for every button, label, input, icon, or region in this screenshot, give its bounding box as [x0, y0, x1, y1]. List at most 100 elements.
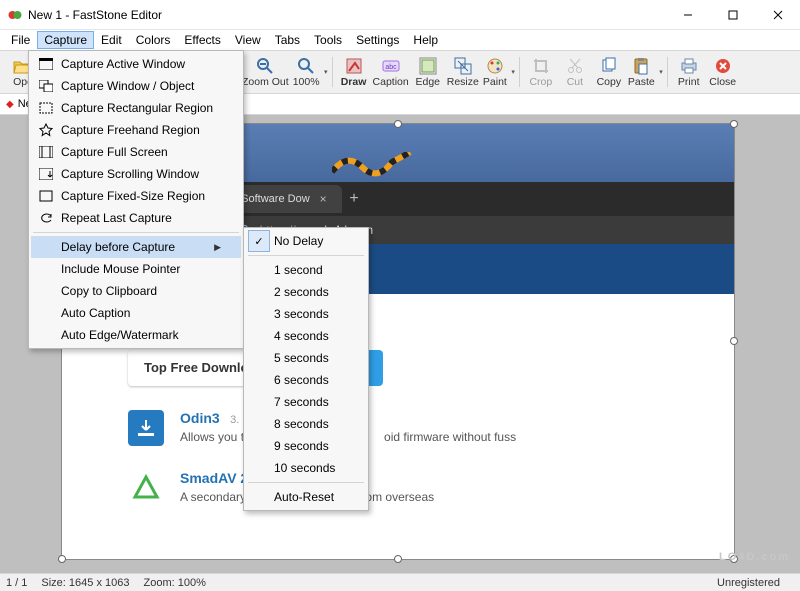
caption-button[interactable]: abc Caption — [371, 52, 411, 92]
active-window-icon — [35, 55, 57, 73]
close-tab-icon[interactable]: × — [320, 192, 327, 206]
star-icon — [35, 121, 57, 139]
copy-button[interactable]: Copy — [592, 52, 626, 92]
fullscreen-icon — [35, 143, 57, 161]
window-title: New 1 - FastStone Editor — [28, 8, 162, 22]
menu-file[interactable]: File — [4, 31, 37, 49]
copy-icon — [600, 56, 618, 76]
resize-handle[interactable] — [394, 555, 402, 563]
delay-option-9s[interactable]: 9 seconds — [246, 435, 366, 457]
window-object-icon — [35, 77, 57, 95]
resize-handle[interactable] — [394, 120, 402, 128]
close-red-icon — [714, 56, 732, 76]
download-row: SmadAV 2018 12.2.0 A secondary antivirus… — [128, 470, 734, 506]
print-icon — [680, 56, 698, 76]
resize-handle[interactable] — [58, 555, 66, 563]
menu-capture[interactable]: Capture — [37, 31, 94, 49]
resize-handle[interactable] — [730, 337, 738, 345]
zoom-out-button[interactable]: Zoom Out — [240, 52, 291, 92]
menu-item-freehand[interactable]: Capture Freehand Region — [31, 119, 241, 141]
cut-button[interactable]: Cut — [558, 52, 592, 92]
status-page: 1 / 1 — [6, 577, 41, 589]
repeat-icon — [35, 209, 57, 227]
menu-edit[interactable]: Edit — [94, 31, 129, 49]
chevron-down-icon: ▾ — [324, 68, 328, 76]
svg-text:abc: abc — [385, 64, 397, 71]
edge-icon — [419, 56, 437, 76]
delay-option-3s[interactable]: 3 seconds — [246, 303, 366, 325]
menu-item-fullscreen[interactable]: Capture Full Screen — [31, 141, 241, 163]
ribbon-icon — [332, 152, 412, 182]
menu-item-copy-clipboard[interactable]: Copy to Clipboard — [31, 280, 241, 302]
menu-help[interactable]: Help — [406, 31, 445, 49]
zoom-100-button[interactable]: 100% ▾ — [291, 52, 328, 92]
delay-option-4s[interactable]: 4 seconds — [246, 325, 366, 347]
download-version: 3. — [230, 414, 239, 426]
crop-button[interactable]: Crop — [524, 52, 558, 92]
titlebar: New 1 - FastStone Editor — [0, 0, 800, 30]
caption-icon: abc — [382, 56, 400, 76]
delay-option-5s[interactable]: 5 seconds — [246, 347, 366, 369]
menu-item-delay[interactable]: Delay before Capture ▶ — [31, 236, 241, 258]
resize-handle[interactable] — [730, 120, 738, 128]
capture-menu: Capture Active Window Capture Window / O… — [28, 50, 244, 349]
draw-icon — [345, 56, 363, 76]
menu-effects[interactable]: Effects — [177, 31, 227, 49]
delay-submenu: ✓ No Delay 1 second 2 seconds 3 seconds … — [243, 227, 369, 511]
window-maximize-button[interactable] — [710, 0, 755, 30]
menu-item-mouse-pointer[interactable]: Include Mouse Pointer — [31, 258, 241, 280]
delay-option-1s[interactable]: 1 second — [246, 259, 366, 281]
menu-view[interactable]: View — [228, 31, 268, 49]
delay-option-6s[interactable]: 6 seconds — [246, 369, 366, 391]
menu-item-active-window[interactable]: Capture Active Window — [31, 53, 241, 75]
status-size: Size: 1645 x 1063 — [41, 577, 143, 589]
menu-item-rect-region[interactable]: Capture Rectangular Region — [31, 97, 241, 119]
paste-button[interactable]: Paste ▾ — [626, 52, 663, 92]
page-body: Top Free Downlo est Updates Odin3 3. All… — [62, 334, 734, 506]
delay-option-10s[interactable]: 10 seconds — [246, 457, 366, 479]
new-tab-button[interactable]: + — [342, 190, 366, 208]
menu-item-window-object[interactable]: Capture Window / Object — [31, 75, 241, 97]
paint-icon — [486, 56, 504, 76]
crop-icon — [532, 56, 550, 76]
menu-item-fixed-size[interactable]: Capture Fixed-Size Region — [31, 185, 241, 207]
chevron-down-icon: ▾ — [659, 68, 663, 76]
resize-button[interactable]: Resize — [445, 52, 481, 92]
menu-item-repeat[interactable]: Repeat Last Capture — [31, 207, 241, 229]
zoom-fit-icon — [297, 56, 315, 76]
menu-item-auto-edge[interactable]: Auto Edge/Watermark — [31, 324, 241, 346]
download-row: Odin3 3. Allows you toid firmware withou… — [128, 410, 734, 446]
close-button[interactable]: Close — [706, 52, 740, 92]
menubar: File Capture Edit Colors Effects View Ta… — [0, 30, 800, 50]
cut-icon — [566, 56, 584, 76]
resize-icon — [454, 56, 472, 76]
delay-auto-reset[interactable]: Auto-Reset — [246, 486, 366, 508]
menu-colors[interactable]: Colors — [129, 31, 178, 49]
delay-option-8s[interactable]: 8 seconds — [246, 413, 366, 435]
delay-option-no-delay[interactable]: ✓ No Delay — [246, 230, 366, 252]
paste-icon — [632, 56, 650, 76]
window-close-button[interactable] — [755, 0, 800, 30]
menu-tabs[interactable]: Tabs — [268, 31, 307, 49]
window-minimize-button[interactable] — [665, 0, 710, 30]
status-registration: Unregistered — [717, 577, 794, 589]
download-icon — [128, 410, 164, 446]
menu-tools[interactable]: Tools — [307, 31, 349, 49]
dirty-indicator-icon: ◆ — [6, 99, 14, 110]
menu-item-auto-caption[interactable]: Auto Caption — [31, 302, 241, 324]
paint-button[interactable]: Paint ▾ — [481, 52, 515, 92]
download-name[interactable]: Odin3 — [180, 410, 220, 426]
fixed-size-icon — [35, 187, 57, 205]
draw-button[interactable]: Draw — [337, 52, 371, 92]
print-button[interactable]: Print — [672, 52, 706, 92]
check-icon: ✓ — [248, 230, 270, 252]
edge-button[interactable]: Edge — [411, 52, 445, 92]
zoom-out-icon — [256, 56, 274, 76]
app-icon — [8, 8, 22, 22]
watermark: LO4D.com — [719, 551, 790, 563]
delay-option-2s[interactable]: 2 seconds — [246, 281, 366, 303]
delay-option-7s[interactable]: 7 seconds — [246, 391, 366, 413]
menu-item-scrolling[interactable]: Capture Scrolling Window — [31, 163, 241, 185]
menu-settings[interactable]: Settings — [349, 31, 406, 49]
status-zoom: Zoom: 100% — [143, 577, 219, 589]
